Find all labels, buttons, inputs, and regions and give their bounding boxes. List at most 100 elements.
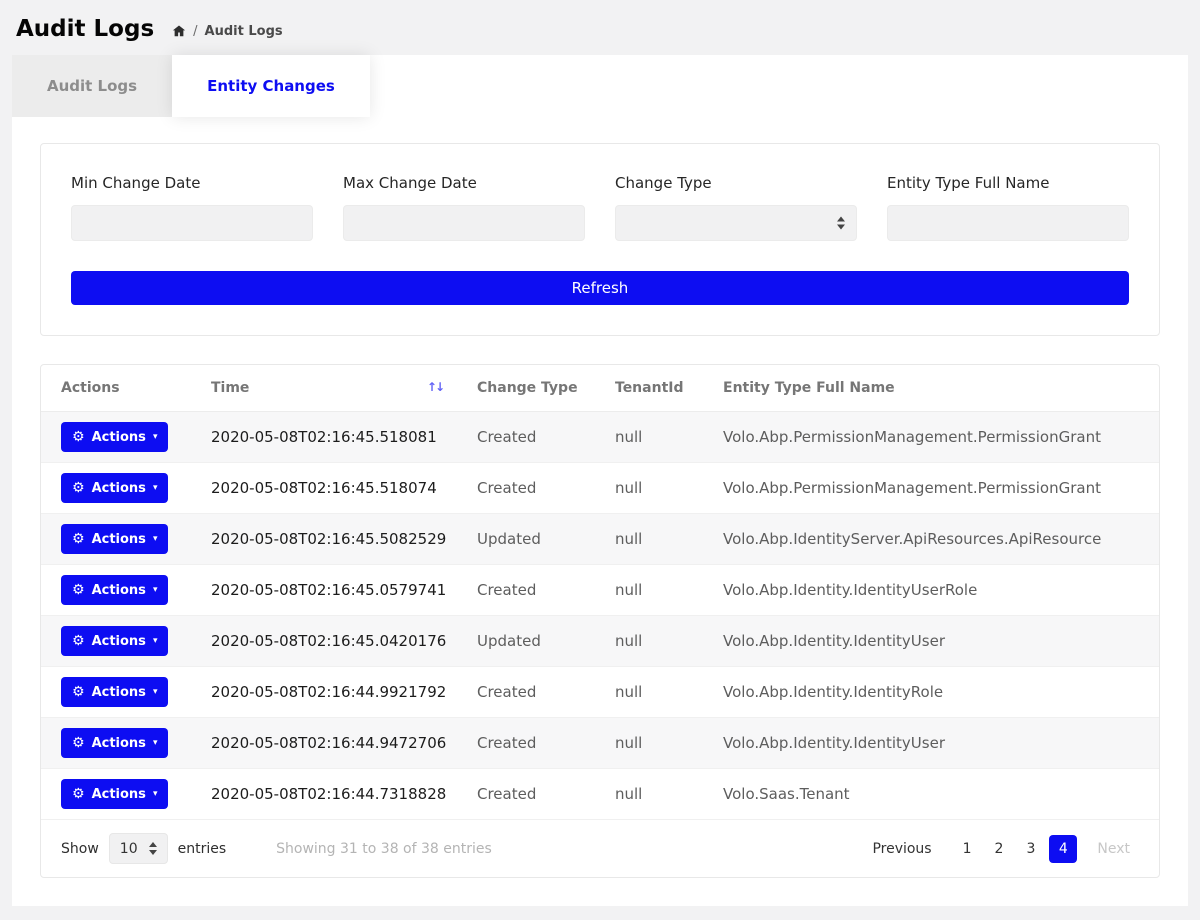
table-row: ⚙ Actions ▾ 2020-05-08T02:16:45.518081 C… (41, 412, 1159, 463)
page-header: Audit Logs / Audit Logs (0, 0, 1200, 55)
cell-time: 2020-05-08T02:16:45.518074 (191, 463, 457, 514)
entries-info: Showing 31 to 38 of 38 entries (276, 841, 492, 857)
card-body: Min Change Date Max Change Date Change T… (12, 117, 1188, 906)
gear-icon: ⚙ (72, 787, 85, 801)
refresh-button[interactable]: Refresh (71, 271, 1129, 305)
row-actions-button[interactable]: ⚙ Actions ▾ (61, 524, 168, 554)
entries-label: entries (178, 841, 227, 857)
gear-icon: ⚙ (72, 685, 85, 699)
column-header-entity-type-full-name[interactable]: Entity Type Full Name (703, 365, 1159, 412)
cell-change-type: Updated (457, 514, 595, 565)
cell-entity-type: Volo.Saas.Tenant (703, 769, 1159, 820)
filter-grid: Min Change Date Max Change Date Change T… (71, 174, 1129, 241)
table-panel: Actions Time ↑↓ Change Type TenantId Ent… (40, 364, 1160, 878)
actions-button-label: Actions (92, 736, 146, 751)
cell-tenant-id: null (595, 769, 703, 820)
entity-type-full-name-input[interactable] (887, 205, 1129, 241)
cell-time: 2020-05-08T02:16:45.0420176 (191, 616, 457, 667)
cell-entity-type: Volo.Abp.Identity.IdentityUserRole (703, 565, 1159, 616)
pagination-previous[interactable]: Previous (863, 836, 940, 862)
cell-change-type: Created (457, 718, 595, 769)
table-header-row: Actions Time ↑↓ Change Type TenantId Ent… (41, 365, 1159, 412)
table-row: ⚙ Actions ▾ 2020-05-08T02:16:45.0420176 … (41, 616, 1159, 667)
caret-down-icon: ▾ (153, 687, 158, 697)
cell-time: 2020-05-08T02:16:45.5082529 (191, 514, 457, 565)
pagination-page-1[interactable]: 1 (954, 836, 981, 862)
cell-time: 2020-05-08T02:16:45.518081 (191, 412, 457, 463)
cell-tenant-id: null (595, 718, 703, 769)
cell-change-type: Updated (457, 616, 595, 667)
filter-min-change-date: Min Change Date (71, 174, 313, 241)
pagination-next: Next (1088, 836, 1139, 862)
cell-entity-type: Volo.Abp.PermissionManagement.Permission… (703, 412, 1159, 463)
caret-down-icon: ▾ (153, 789, 158, 799)
actions-button-label: Actions (92, 481, 146, 496)
breadcrumb: / Audit Logs (172, 24, 282, 39)
sort-icon[interactable]: ↑↓ (427, 380, 443, 394)
cell-tenant-id: null (595, 565, 703, 616)
cell-change-type: Created (457, 769, 595, 820)
row-actions-button[interactable]: ⚙ Actions ▾ (61, 422, 168, 452)
actions-button-label: Actions (92, 430, 146, 445)
entity-changes-table: Actions Time ↑↓ Change Type TenantId Ent… (41, 365, 1159, 820)
page-size-value: 10 (120, 841, 138, 857)
cell-tenant-id: null (595, 616, 703, 667)
cell-entity-type: Volo.Abp.Identity.IdentityUser (703, 718, 1159, 769)
cell-entity-type: Volo.Abp.Identity.IdentityRole (703, 667, 1159, 718)
table-row: ⚙ Actions ▾ 2020-05-08T02:16:45.518074 C… (41, 463, 1159, 514)
cell-tenant-id: null (595, 463, 703, 514)
row-actions-button[interactable]: ⚙ Actions ▾ (61, 779, 168, 809)
column-header-time[interactable]: Time ↑↓ (191, 365, 457, 412)
gear-icon: ⚙ (72, 583, 85, 597)
min-change-date-input[interactable] (71, 205, 313, 241)
tab-entity-changes[interactable]: Entity Changes (172, 55, 370, 117)
gear-icon: ⚙ (72, 634, 85, 648)
change-type-select[interactable] (615, 205, 857, 241)
cell-change-type: Created (457, 667, 595, 718)
select-arrows-icon (149, 842, 157, 855)
home-icon[interactable] (172, 24, 186, 38)
actions-button-label: Actions (92, 634, 146, 649)
filter-change-type: Change Type (615, 174, 857, 241)
cell-time: 2020-05-08T02:16:44.7318828 (191, 769, 457, 820)
caret-down-icon: ▾ (153, 738, 158, 748)
cell-entity-type: Volo.Abp.PermissionManagement.Permission… (703, 463, 1159, 514)
min-change-date-label: Min Change Date (71, 174, 313, 192)
column-header-tenant-id[interactable]: TenantId (595, 365, 703, 412)
page-title: Audit Logs (16, 16, 154, 42)
cell-time: 2020-05-08T02:16:45.0579741 (191, 565, 457, 616)
cell-change-type: Created (457, 565, 595, 616)
cell-entity-type: Volo.Abp.IdentityServer.ApiResources.Api… (703, 514, 1159, 565)
pagination-page-2[interactable]: 2 (986, 836, 1013, 862)
pagination-page-3[interactable]: 3 (1017, 836, 1044, 862)
cell-time: 2020-05-08T02:16:44.9472706 (191, 718, 457, 769)
actions-button-label: Actions (92, 532, 146, 547)
table-row: ⚙ Actions ▾ 2020-05-08T02:16:44.9472706 … (41, 718, 1159, 769)
row-actions-button[interactable]: ⚙ Actions ▾ (61, 728, 168, 758)
table-row: ⚙ Actions ▾ 2020-05-08T02:16:44.9921792 … (41, 667, 1159, 718)
change-type-label: Change Type (615, 174, 857, 192)
caret-down-icon: ▾ (153, 534, 158, 544)
column-header-change-type[interactable]: Change Type (457, 365, 595, 412)
pagination-page-4[interactable]: 4 (1049, 835, 1077, 863)
caret-down-icon: ▾ (153, 585, 158, 595)
show-label: Show (61, 841, 99, 857)
caret-down-icon: ▾ (153, 432, 158, 442)
main-card: Audit Logs Entity Changes Min Change Dat… (12, 55, 1188, 906)
row-actions-button[interactable]: ⚙ Actions ▾ (61, 575, 168, 605)
max-change-date-input[interactable] (343, 205, 585, 241)
max-change-date-label: Max Change Date (343, 174, 585, 192)
table-body: ⚙ Actions ▾ 2020-05-08T02:16:45.518081 C… (41, 412, 1159, 820)
cell-entity-type: Volo.Abp.Identity.IdentityUser (703, 616, 1159, 667)
row-actions-button[interactable]: ⚙ Actions ▾ (61, 473, 168, 503)
row-actions-button[interactable]: ⚙ Actions ▾ (61, 677, 168, 707)
actions-button-label: Actions (92, 583, 146, 598)
cell-change-type: Created (457, 463, 595, 514)
page-size-select[interactable]: 10 (109, 833, 168, 864)
cell-change-type: Created (457, 412, 595, 463)
table-footer-left: Show 10 entries Showing 31 to 38 of 38 e… (61, 833, 492, 864)
gear-icon: ⚙ (72, 430, 85, 444)
row-actions-button[interactable]: ⚙ Actions ▾ (61, 626, 168, 656)
filter-max-change-date: Max Change Date (343, 174, 585, 241)
tab-audit-logs[interactable]: Audit Logs (12, 55, 172, 117)
